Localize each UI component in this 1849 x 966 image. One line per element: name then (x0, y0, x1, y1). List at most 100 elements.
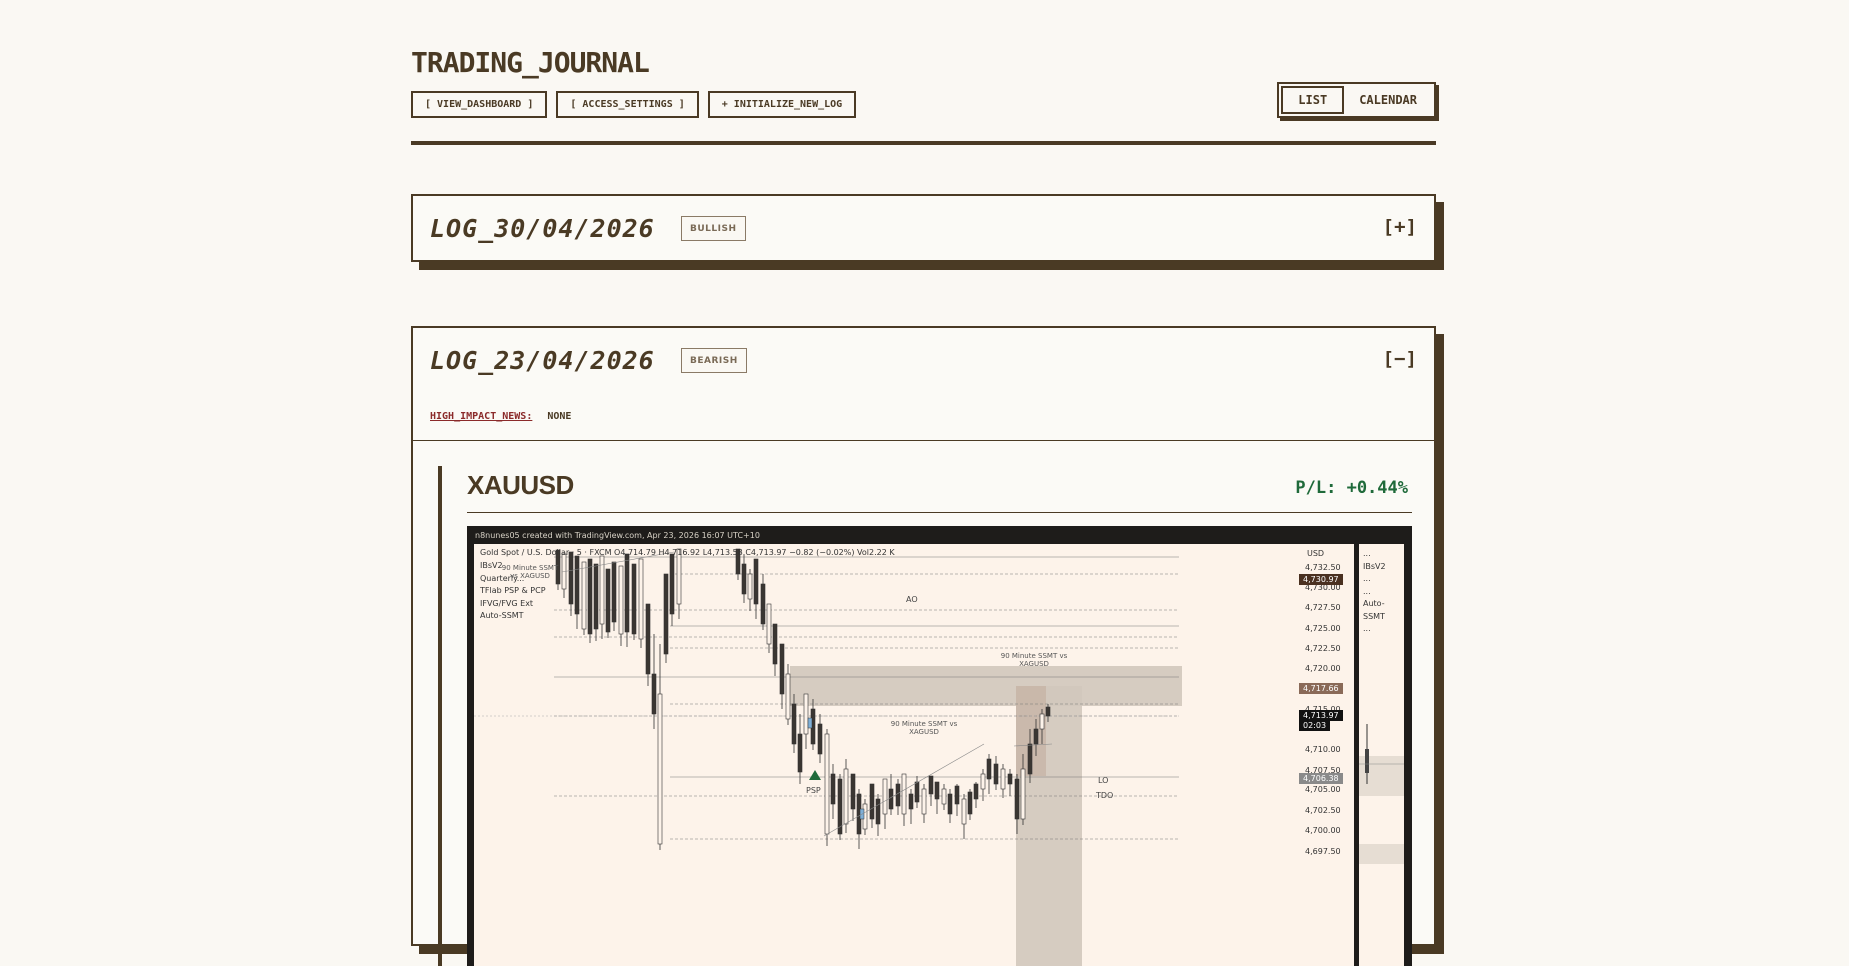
card-divider (413, 440, 1434, 441)
candle-body (766, 603, 772, 645)
candle-body (669, 553, 675, 615)
candle-body (803, 693, 809, 735)
candle-body (581, 561, 587, 630)
chart-pane: Gold Spot / U.S. Dollar · 5 · FXCM O4,71… (474, 544, 1354, 966)
candle-body (850, 773, 856, 810)
ssmt-label: 90 Minute SSMT vs XAGUSD (1000, 652, 1068, 668)
news-row: HIGH_IMPACT_NEWS: NONE (430, 411, 571, 422)
candle-body (986, 758, 992, 780)
log-header[interactable]: LOG_23/04/2026 BEARISH [−] (413, 328, 1434, 394)
candle-body (1033, 728, 1039, 745)
log-title: LOG_30/04/2026 (430, 214, 655, 243)
candle (1365, 749, 1369, 773)
candle-body (645, 603, 651, 675)
news-value: NONE (547, 411, 572, 422)
expand-toggle[interactable]: [+] (1383, 216, 1417, 238)
bias-badge: BULLISH (681, 216, 746, 241)
price-tick: 4,725.00 (1305, 624, 1341, 633)
candle-body (797, 733, 803, 773)
log-title: LOG_23/04/2026 (430, 346, 655, 375)
lo-label: LO (1098, 776, 1109, 785)
candle-body (741, 563, 747, 595)
candle-body (843, 768, 849, 825)
candle-body (568, 551, 574, 605)
candle-body (1039, 713, 1045, 730)
candle-body (599, 555, 605, 625)
side-chart-plot (1359, 724, 1404, 864)
candle-body (657, 693, 663, 845)
candle-body (807, 717, 813, 729)
tdo-label: TDO (1096, 791, 1114, 800)
candle-body (1027, 743, 1033, 775)
candle-body (954, 785, 960, 805)
zone-box (1359, 844, 1404, 864)
candle-body (760, 583, 766, 625)
candle-body (605, 568, 611, 633)
ao-label: AO (906, 595, 918, 604)
supply-zone (790, 666, 1182, 706)
candle-body (1020, 768, 1026, 820)
psp-marker (809, 770, 821, 780)
trade-divider (467, 512, 1412, 513)
trade-entry: XAUUSD P/L: +0.44% n8nunes05 created wit… (438, 466, 1412, 966)
candle-body (747, 573, 753, 600)
candle-body (779, 643, 785, 695)
ssmt-label: 90 Minute SSMT vs XAGUSD (501, 564, 559, 580)
price-tick: 4,732.50 (1305, 563, 1341, 572)
axis-currency: USD (1307, 549, 1325, 558)
chart-screenshot[interactable]: n8nunes05 created with TradingView.com, … (467, 526, 1412, 966)
candle-body (611, 561, 617, 623)
candle-body (1007, 773, 1013, 785)
indicator-item: IFVG/FVG Ext (480, 598, 534, 608)
side-chart-pane: ... IBsV2 ... ... Auto-SSMT ... (1356, 544, 1404, 966)
candle-body (961, 798, 967, 825)
price-tick: 4,722.50 (1305, 644, 1341, 653)
news-label: HIGH_IMPACT_NEWS: (430, 411, 533, 422)
ssmt-label: 90 Minute SSMT vs XAGUSD (890, 720, 958, 736)
candle-body (888, 788, 894, 810)
bias-badge: BEARISH (681, 348, 747, 373)
price-tick: 4,720.00 (1305, 664, 1341, 673)
countdown-tag: 02:03 (1299, 720, 1331, 731)
list-view-button[interactable]: LIST (1281, 86, 1345, 114)
access-settings-button[interactable]: [ ACCESS_SETTINGS ] (556, 91, 699, 118)
candle-body (941, 788, 947, 805)
chart-caption: n8nunes05 created with TradingView.com, … (475, 531, 760, 540)
candle-body (772, 623, 778, 665)
candle-body (1000, 768, 1006, 790)
ohlc-readout: Gold Spot / U.S. Dollar · 5 · FXCM O4,71… (480, 548, 895, 557)
candle-body (593, 563, 599, 630)
candle-body (574, 555, 580, 615)
candle-body (928, 775, 934, 795)
trade-pl: P/L: +0.44% (1295, 478, 1408, 498)
view-toggle: LIST CALENDAR (1277, 82, 1436, 118)
candle-body (753, 558, 759, 605)
log-card: LOG_23/04/2026 BEARISH [−] HIGH_IMPACT_N… (411, 326, 1436, 966)
candlestick-plot (474, 548, 1182, 966)
view-dashboard-button[interactable]: [ VIEW_DASHBOARD ] (411, 91, 548, 118)
candle-body (624, 553, 630, 633)
log-card: LOG_30/04/2026 BULLISH [+] (411, 194, 1436, 262)
calendar-view-button[interactable]: CALENDAR (1344, 86, 1432, 114)
price-tick: 4,710.00 (1305, 745, 1341, 754)
header-divider (411, 141, 1436, 145)
candle-body (631, 563, 637, 635)
candle-body (882, 778, 888, 815)
candle-body (980, 773, 986, 790)
price-tick: 4,705.00 (1305, 785, 1341, 794)
candle-body (785, 673, 791, 720)
candle-body (587, 558, 593, 635)
log-header[interactable]: LOG_30/04/2026 BULLISH [+] (413, 196, 1434, 262)
candle-body (618, 565, 624, 635)
indicator-item: TFlab PSP & PCP (480, 586, 546, 595)
candle-body (875, 798, 881, 825)
indicator-item: Auto-SSMT (480, 611, 524, 620)
price-axis: USD 4,732.50 4,730.00 4,727.50 4,725.00 … (1299, 544, 1354, 966)
initialize-new-log-button[interactable]: + INITIALIZE_NEW_LOG (707, 91, 857, 118)
candle-body (967, 791, 973, 815)
collapse-toggle[interactable]: [−] (1383, 348, 1417, 370)
candle-body (914, 781, 920, 803)
candle-body (973, 783, 979, 800)
candle-body (638, 558, 644, 640)
psp-label: PSP (806, 786, 821, 795)
